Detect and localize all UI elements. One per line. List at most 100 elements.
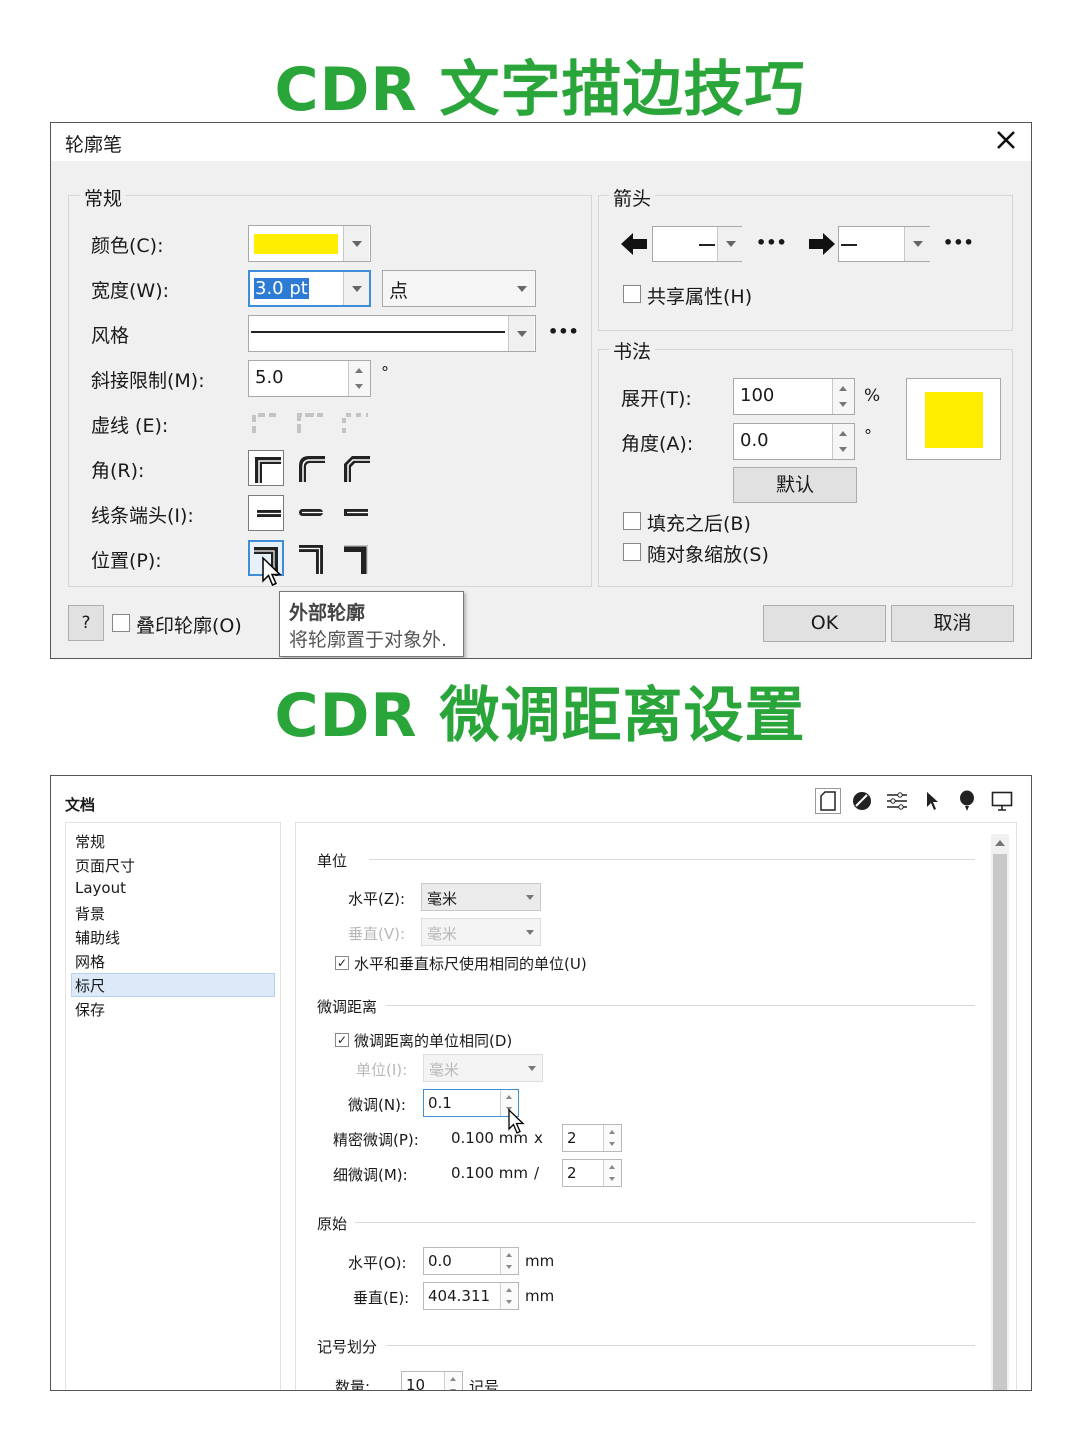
tick-count-spinner[interactable] — [444, 1372, 462, 1390]
micro-nudge-spinner[interactable] — [603, 1160, 621, 1186]
line-style-preview — [251, 331, 505, 333]
chevron-down-icon[interactable] — [508, 316, 534, 351]
nudge-same-units-checkbox[interactable]: ✓ — [335, 1033, 349, 1047]
miter-input[interactable]: 5.0 — [248, 360, 371, 397]
nav-item-rulers[interactable]: 标尺 — [75, 975, 105, 996]
tick-count-value: 10 — [406, 1376, 426, 1391]
angle-input[interactable]: 0.0 — [733, 423, 855, 460]
stretch-input[interactable]: 100 — [733, 378, 855, 415]
share-attributes-checkbox[interactable] — [623, 285, 641, 303]
stretch-value: 100 — [740, 385, 775, 406]
end-arrow-more-button[interactable]: ••• — [943, 233, 974, 252]
scroll-up-icon[interactable] — [995, 840, 1005, 846]
scroll-thumb[interactable] — [993, 854, 1007, 1390]
round-cap-icon[interactable] — [293, 495, 329, 531]
nav-item-general[interactable]: 常规 — [75, 831, 105, 852]
nudge-input[interactable]: 0.1 — [423, 1089, 519, 1117]
balloon-icon[interactable] — [954, 788, 980, 814]
angle-unit: ° — [864, 426, 872, 445]
nav-item-save[interactable]: 保存 — [75, 999, 105, 1020]
color-picker[interactable] — [248, 225, 371, 262]
position-label: 位置(P): — [91, 550, 162, 572]
scale-with-object-checkbox[interactable] — [623, 543, 641, 561]
horizontal-unit-select[interactable]: 毫米 — [421, 883, 541, 911]
fill-after-checkbox[interactable] — [623, 512, 641, 530]
nav-item-background[interactable]: 背景 — [75, 903, 105, 924]
miter-corner-icon[interactable] — [248, 450, 284, 486]
arrow-right-icon — [807, 231, 837, 257]
page-icon[interactable] — [815, 788, 841, 814]
stretch-spinner[interactable] — [832, 379, 854, 414]
default-button[interactable]: 默认 — [733, 467, 857, 503]
origin-separator — [355, 1222, 975, 1223]
overprint-checkbox[interactable] — [112, 614, 130, 632]
origin-horizontal-input[interactable]: 0.0 — [423, 1247, 519, 1275]
super-nudge-number: 2 — [567, 1129, 577, 1147]
inside-outline-icon[interactable] — [338, 540, 374, 576]
square-cap-icon[interactable] — [338, 495, 374, 531]
headline-2: CDR 微调距离设置 — [274, 681, 806, 751]
color-label: 颜色(C): — [91, 235, 164, 257]
super-nudge-operator: x — [534, 1129, 543, 1147]
super-nudge-spinner[interactable] — [603, 1125, 621, 1151]
cancel-button[interactable]: 取消 — [891, 605, 1014, 642]
angle-spinner[interactable] — [832, 424, 854, 459]
tooltip: 外部轮廓 将轮廓置于对象外. — [279, 591, 464, 657]
nav-item-page-size[interactable]: 页面尺寸 — [75, 855, 135, 876]
super-nudge-input[interactable]: 2 — [562, 1124, 622, 1152]
ok-button[interactable]: OK — [763, 605, 886, 642]
miter-unit: ° — [381, 363, 389, 382]
help-button[interactable]: ? — [68, 605, 104, 641]
chevron-down-icon[interactable] — [717, 227, 743, 261]
dash-corner-1-icon — [248, 405, 284, 441]
color-swatch — [254, 234, 338, 254]
chevron-down-icon[interactable] — [343, 272, 369, 305]
same-units-label: 水平和垂直标尺使用相同的单位(U) — [354, 955, 587, 973]
outline-pen-dialog: 轮廓笔 常规 颜色(C): 宽度(W): 3.0 pt 点 风格 ••• 斜接限… — [50, 122, 1032, 659]
origin-vertical-spinner[interactable] — [500, 1283, 518, 1309]
close-icon[interactable] — [991, 125, 1021, 155]
settings-sliders-icon[interactable] — [884, 788, 910, 814]
start-arrow-more-button[interactable]: ••• — [756, 233, 787, 252]
micro-nudge-input[interactable]: 2 — [562, 1159, 622, 1187]
miter-label: 斜接限制(M): — [91, 370, 205, 392]
origin-horizontal-spinner[interactable] — [500, 1248, 518, 1274]
arrow-group — [598, 195, 1013, 331]
tick-count-label: 数量: — [335, 1378, 371, 1391]
tick-count-unit: 记号 — [469, 1378, 500, 1391]
monitor-icon[interactable] — [989, 788, 1015, 814]
units-section-label: 单位 — [317, 852, 348, 870]
end-arrow-select[interactable] — [838, 226, 930, 262]
pointer-tool-icon[interactable] — [919, 788, 945, 814]
start-arrow-select[interactable] — [652, 226, 743, 262]
color-icon[interactable] — [849, 788, 875, 814]
nudge-unit-value: 毫米 — [429, 1061, 460, 1079]
chevron-down-icon[interactable] — [343, 226, 369, 261]
nav-item-guidelines[interactable]: 辅助线 — [75, 927, 120, 948]
nav-item-layout[interactable]: Layout — [75, 879, 126, 897]
style-label: 风格 — [91, 325, 130, 347]
same-units-checkbox[interactable]: ✓ — [335, 956, 349, 970]
tick-count-input[interactable]: 10 — [401, 1371, 463, 1391]
nav-item-grid[interactable]: 网格 — [75, 951, 105, 972]
tooltip-text: 将轮廓置于对象外. — [289, 629, 448, 651]
origin-vertical-input[interactable]: 404.311 — [423, 1282, 519, 1310]
arrow-left-icon — [619, 231, 649, 257]
butt-cap-icon[interactable] — [248, 495, 284, 531]
round-corner-icon[interactable] — [293, 450, 329, 486]
title-bar: 轮廓笔 — [51, 123, 1031, 161]
scrollbar[interactable] — [991, 834, 1009, 1390]
style-more-button[interactable]: ••• — [548, 322, 579, 341]
style-select[interactable] — [248, 315, 536, 352]
unit-select[interactable]: 点 — [382, 270, 536, 307]
horizontal-unit-label: 水平(Z): — [348, 890, 406, 908]
width-input[interactable]: 3.0 pt — [248, 270, 371, 307]
bevel-corner-icon[interactable] — [338, 450, 374, 486]
origin-vertical-label: 垂直(E): — [353, 1289, 410, 1307]
chevron-down-icon[interactable] — [904, 227, 930, 261]
center-outline-icon[interactable] — [293, 540, 329, 576]
width-label: 宽度(W): — [91, 280, 170, 302]
units-separator — [369, 859, 975, 860]
overprint-label: 叠印轮廓(O) — [136, 615, 242, 637]
miter-spinner[interactable] — [348, 361, 370, 396]
